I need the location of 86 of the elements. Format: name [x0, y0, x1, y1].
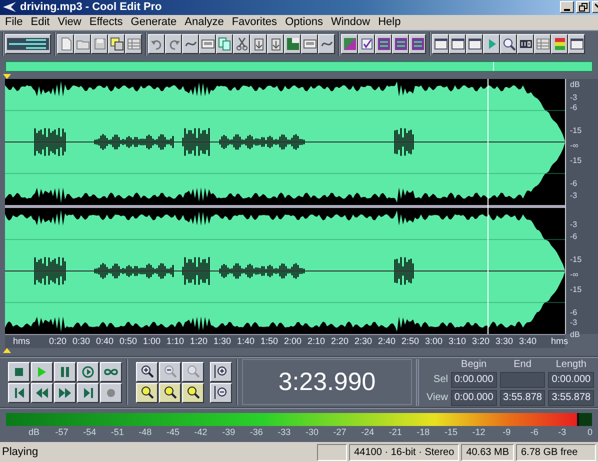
time-field[interactable]: 3:55.878 [548, 390, 594, 406]
meter-scale-label: -9 [502, 426, 511, 437]
audio-format: 44100 · 16-bit · Stereo [349, 444, 460, 461]
menu-item[interactable]: Options [281, 16, 327, 28]
time-label: 0:30 [72, 336, 90, 346]
row-label: View [426, 392, 448, 404]
time-label: 2:20 [331, 336, 349, 346]
time-label: 1:30 [214, 336, 232, 346]
db-scale-label: -3 [570, 220, 578, 228]
time-field[interactable]: 0:00.000 [451, 390, 497, 406]
db-scale-label: -3 [570, 318, 578, 327]
time-label: 3:20 [472, 336, 490, 346]
menu-item[interactable]: File [1, 16, 27, 28]
time-label: 1:00 [143, 336, 161, 346]
menu-item[interactable]: Help [374, 16, 405, 28]
time-field[interactable]: 0:00.000 [548, 372, 594, 388]
meter-scale-label: -24 [361, 426, 374, 437]
meter-scale-label: -39 [222, 426, 236, 437]
meter-scale-label: -48 [138, 426, 152, 437]
db-scale-label: dB [570, 81, 580, 90]
meter-scale-label: -27 [333, 426, 346, 437]
db-scale-label: -15 [570, 286, 582, 294]
menu-item[interactable]: Analyze [180, 16, 228, 28]
time-label: 0:40 [96, 336, 114, 346]
meter-scale-label: dB [28, 426, 40, 437]
meter-scale-label: -3 [558, 426, 566, 437]
meter-scale-label: -45 [166, 426, 180, 437]
time-label: 2:00 [284, 336, 302, 346]
column-header: Length [554, 358, 588, 370]
meter-scale-label: -57 [55, 426, 68, 437]
time-unit-label: hms [551, 336, 568, 346]
time-label: 0:50 [120, 336, 138, 346]
file-size: 40.63 MB [461, 444, 514, 461]
meter-scale-label: -6 [530, 426, 538, 437]
meter-scale-label: -15 [444, 426, 458, 437]
time-field[interactable]: 3:55.878 [500, 390, 546, 406]
db-scale-label: dB [570, 331, 580, 340]
time-display: 3:23.990 [242, 359, 412, 406]
db-scale-label: -15 [570, 126, 582, 135]
db-scale-label: -6 [570, 180, 578, 188]
time-label: 3:00 [425, 336, 443, 346]
time-label: 1:50 [260, 336, 278, 346]
db-scale-label: -6 [570, 104, 578, 112]
meter-scale-label: -30 [306, 426, 318, 437]
db-scale-label: -15 [570, 256, 582, 264]
time-label: 2:40 [378, 336, 396, 346]
row-label: Sel [432, 374, 448, 386]
meter-scale-label: -51 [110, 426, 124, 437]
db-scale-label: -∞ [570, 142, 578, 150]
db-scale-label: -6 [570, 233, 578, 242]
menu-item[interactable]: Window [326, 16, 374, 28]
time-label: 3:30 [496, 336, 514, 346]
status-text: Playing [2, 446, 40, 458]
time-label: 2:30 [354, 336, 372, 346]
meter-scale-label: -42 [194, 426, 208, 437]
window-title: driving.mp3 - Cool Edit Pro [20, 1, 163, 14]
meter-scale-label: -12 [472, 426, 486, 437]
menu-item[interactable]: Effects [85, 16, 127, 28]
meter-scale-label: -18 [416, 426, 430, 437]
db-scale-label: -6 [570, 308, 578, 317]
meter-scale-label: 0 [588, 426, 592, 437]
menu-item[interactable]: Edit [26, 16, 54, 28]
menu-item[interactable]: Generate [126, 16, 181, 28]
menu-item[interactable]: Favorites [228, 16, 282, 28]
time-label: 1:20 [190, 336, 208, 346]
meter-scale-label: -54 [83, 426, 96, 437]
time-label: 0:20 [49, 336, 67, 346]
meter-scale-label: -21 [388, 426, 402, 437]
db-scale-label: -3 [570, 94, 578, 102]
time-field[interactable]: 0:00.000 [451, 372, 497, 388]
free-space: 6.78 GB free [516, 444, 596, 461]
meter-scale-label: -36 [250, 426, 263, 437]
db-scale-label: -3 [570, 192, 578, 200]
time-label: 3:10 [448, 336, 466, 346]
column-header: End [512, 358, 532, 370]
menu-item[interactable]: View [54, 16, 86, 28]
column-header: Begin [460, 358, 488, 370]
meter-scale-label: -33 [278, 426, 291, 437]
time-label: 2:50 [402, 336, 420, 346]
time-label: 2:10 [308, 336, 326, 346]
db-scale-label: -15 [570, 157, 582, 166]
db-scale-label: -∞ [570, 270, 578, 279]
time-label: 1:10 [166, 336, 184, 346]
time-label: 1:40 [237, 336, 255, 346]
time-label: 3:40 [519, 336, 537, 346]
time-unit-label: hms [13, 336, 30, 346]
